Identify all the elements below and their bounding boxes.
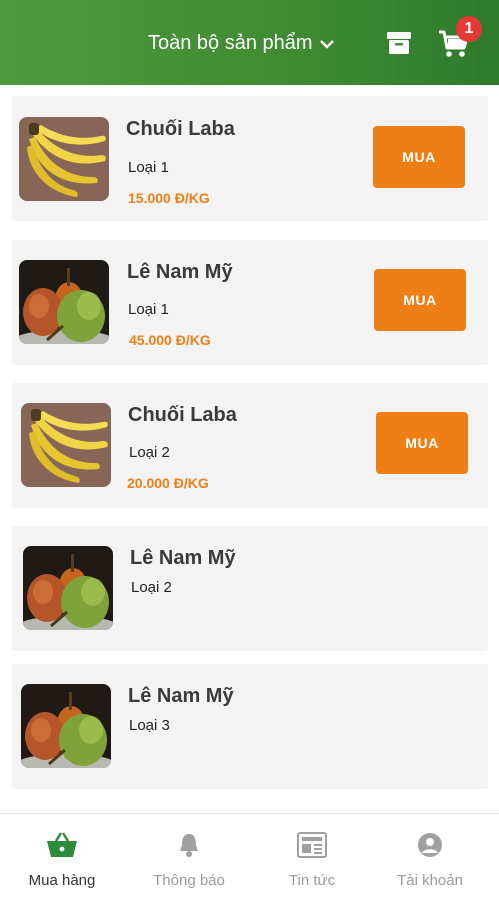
product-card[interactable]: Chuối Laba Loại 2 20.000 Đ/KG MUA	[12, 383, 488, 508]
tab-label: Mua hàng	[28, 872, 96, 889]
newspaper-icon	[296, 830, 328, 860]
product-list: Chuối Laba Loại 1 15.000 Đ/KG MUA Lê Nam…	[0, 85, 499, 813]
product-name: Lê Nam Mỹ	[127, 261, 233, 283]
account-icon	[414, 830, 446, 860]
product-name: Chuối Laba	[126, 118, 235, 140]
product-type: Loại 2	[131, 579, 172, 596]
product-card[interactable]: Lê Nam Mỹ Loại 1 45.000 Đ/KG MUA	[12, 240, 488, 365]
product-price: 45.000 Đ/KG	[129, 332, 211, 348]
product-image-banana	[19, 117, 109, 201]
product-image-pear	[23, 546, 113, 630]
tab-thong-bao[interactable]: Thông báo	[127, 814, 251, 901]
product-type: Loại 1	[128, 301, 169, 318]
buy-button[interactable]: MUA	[376, 412, 468, 474]
product-type: Loại 2	[129, 444, 170, 461]
buy-button[interactable]: MUA	[374, 269, 466, 331]
product-type: Loại 3	[129, 717, 170, 734]
tab-mua-hang[interactable]: Mua hàng	[0, 814, 124, 901]
product-type: Loại 1	[128, 159, 169, 176]
bell-icon	[173, 830, 205, 860]
cart-button[interactable]: 1	[438, 16, 482, 60]
chevron-down-icon	[319, 39, 334, 49]
top-app-bar: Toàn bộ sản phẩm 1	[0, 0, 499, 85]
product-card[interactable]: Chuối Laba Loại 1 15.000 Đ/KG MUA	[12, 96, 488, 221]
bottom-navigation: Mua hàng Thông báo Tin tức Tài khoản	[0, 813, 499, 901]
cart-count-badge: 1	[456, 16, 482, 42]
product-image-pear	[21, 684, 111, 768]
product-card[interactable]: Lê Nam Mỹ Loại 3	[12, 664, 488, 789]
basket-icon	[46, 830, 78, 860]
product-name: Lê Nam Mỹ	[128, 685, 234, 707]
tab-label: Tài khoản	[397, 872, 463, 889]
product-price: 20.000 Đ/KG	[127, 475, 209, 491]
page-title: Toàn bộ sản phẩm	[148, 32, 313, 54]
product-name: Chuối Laba	[128, 404, 237, 426]
product-price: 15.000 Đ/KG	[128, 190, 210, 206]
tab-tin-tuc[interactable]: Tin tức	[250, 814, 374, 901]
category-dropdown[interactable]: Toàn bộ sản phẩm	[148, 32, 335, 55]
product-card[interactable]: Lê Nam Mỹ Loại 2	[12, 526, 488, 651]
product-name: Lê Nam Mỹ	[130, 547, 236, 569]
product-image-pear	[19, 260, 109, 344]
archive-icon[interactable]	[386, 30, 412, 56]
tab-label: Tin tức	[288, 872, 336, 889]
buy-button[interactable]: MUA	[373, 126, 465, 188]
tab-label: Thông báo	[153, 872, 225, 889]
product-image-banana	[21, 403, 111, 487]
tab-tai-khoan[interactable]: Tài khoản	[368, 814, 492, 901]
